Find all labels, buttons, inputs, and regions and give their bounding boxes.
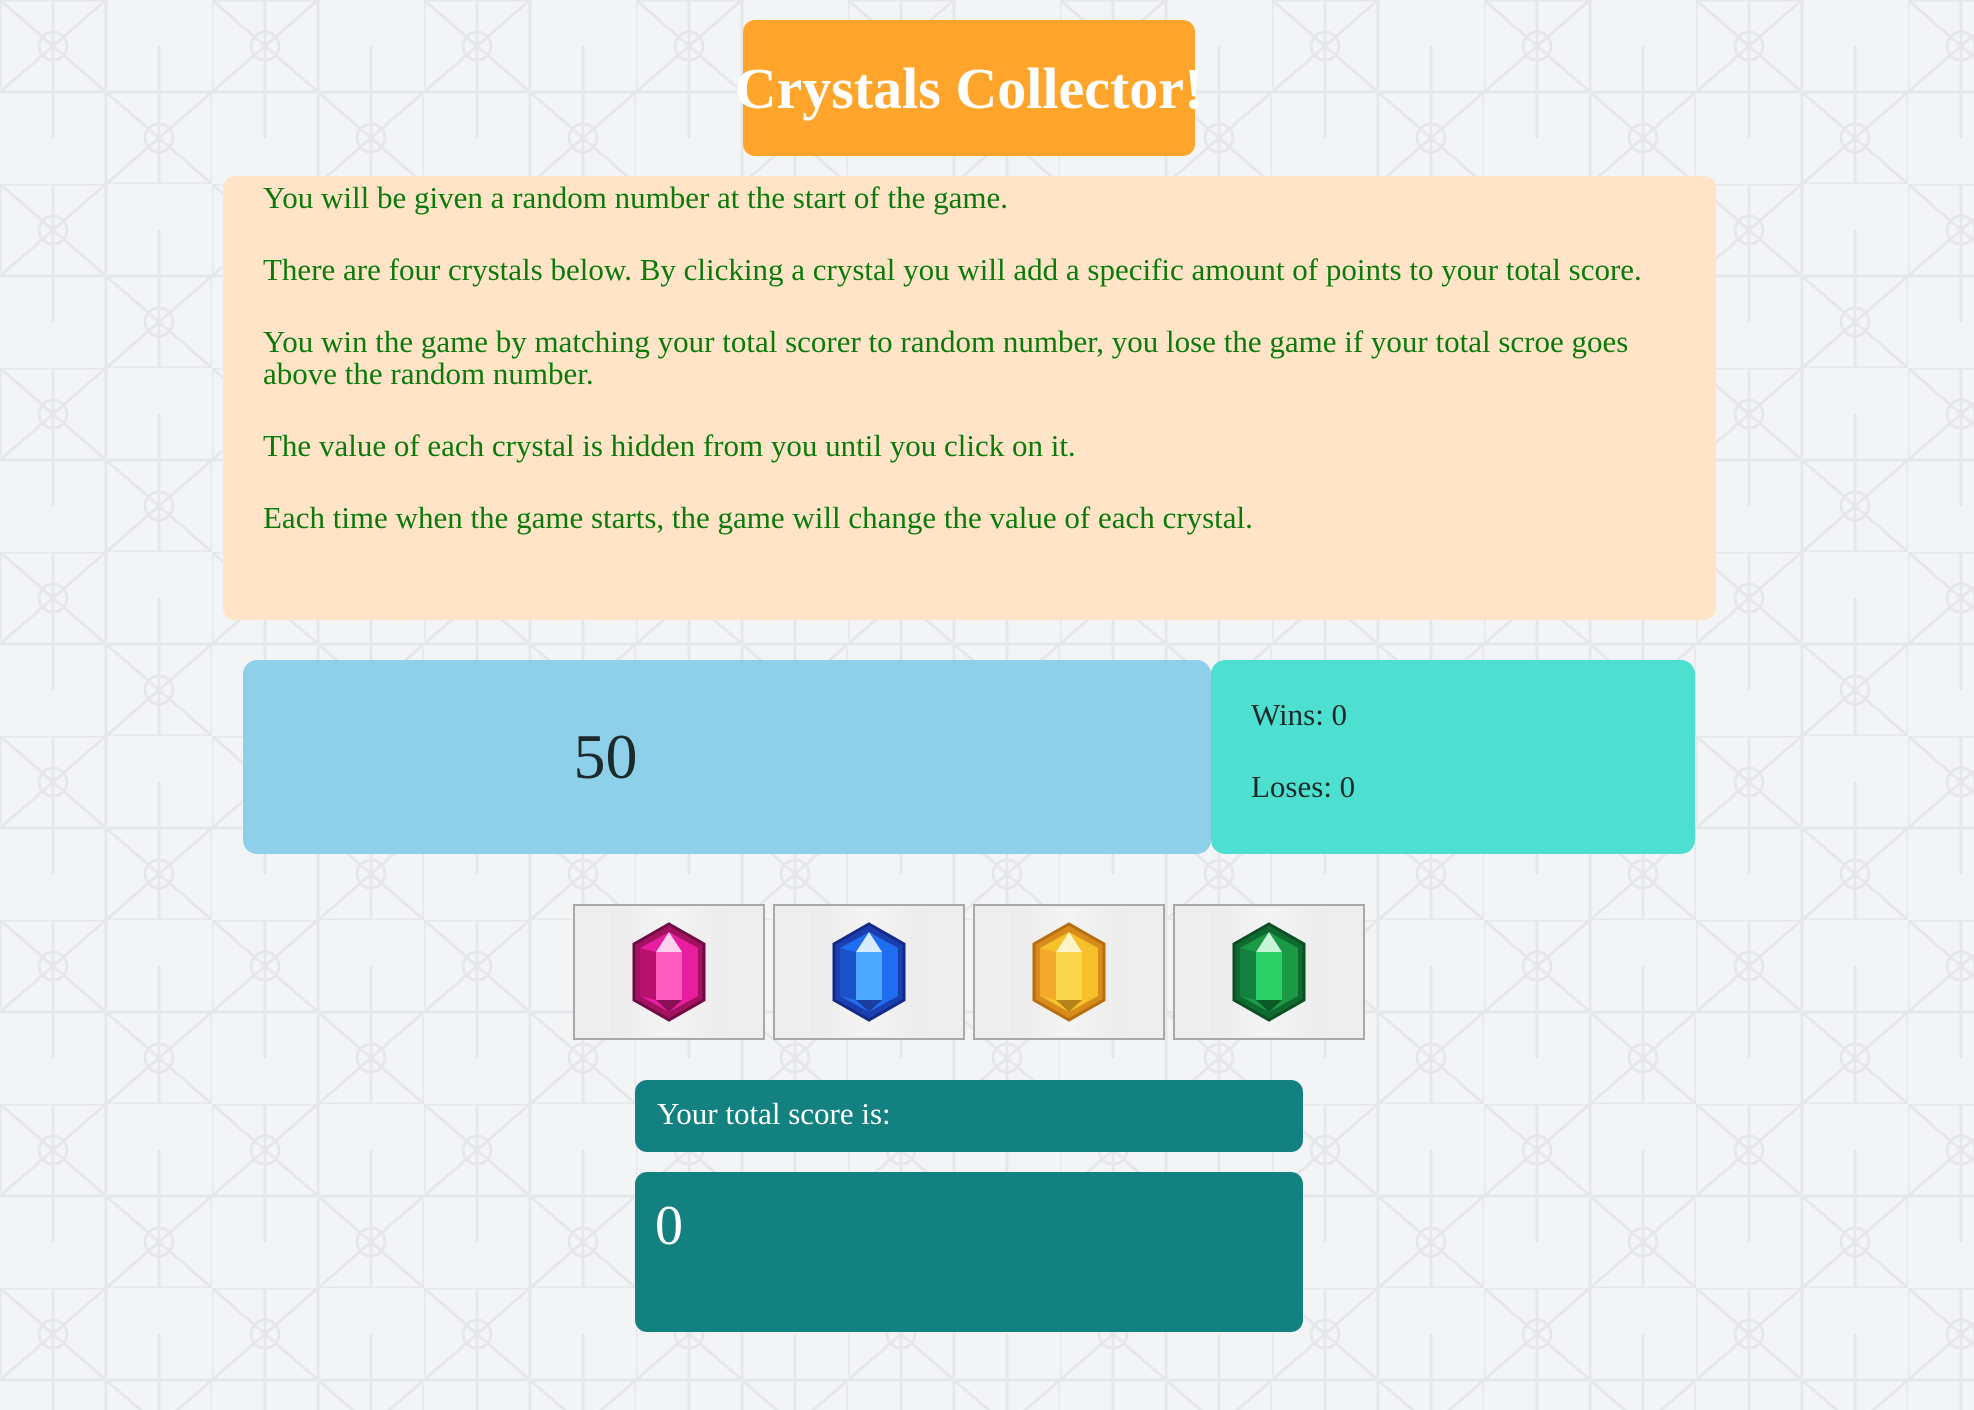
target-number: 50 (573, 721, 638, 792)
target-number-panel: 50 (243, 660, 1211, 854)
instruction-line: Each time when the game starts, the game… (263, 500, 1253, 535)
instruction-line: You win the game by matching your total … (263, 324, 1629, 391)
game-title: Crystals Collector! (734, 55, 1204, 121)
score-value-panel: 0 (635, 1172, 1303, 1332)
yellow-crystal-icon (1032, 922, 1106, 1022)
instruction-line: There are four crystals below. By clicki… (263, 252, 1642, 287)
crystal-button-pink[interactable] (573, 904, 765, 1040)
blue-crystal-icon (832, 922, 906, 1022)
crystal-button-yellow[interactable] (973, 904, 1165, 1040)
score-label: Your total score is: (657, 1096, 891, 1131)
instruction-line: The value of each crystal is hidden from… (263, 428, 1076, 463)
instructions-panel: You will be given a random number at the… (223, 176, 1716, 620)
crystal-button-blue[interactable] (773, 904, 965, 1040)
green-crystal-icon (1232, 922, 1306, 1022)
score-label-panel: Your total score is: (635, 1080, 1303, 1152)
losses-count: Loses: 0 (1251, 769, 1356, 804)
instruction-line: You will be given a random number at the… (263, 180, 1008, 215)
total-score: 0 (655, 1195, 683, 1257)
stats-panel: Wins: 0 Loses: 0 (1211, 660, 1695, 854)
wins-count: Wins: 0 (1251, 697, 1348, 732)
crystal-button-green[interactable] (1173, 904, 1365, 1040)
title-banner: Crystals Collector! (735, 20, 1203, 156)
pink-crystal-icon (632, 922, 706, 1022)
